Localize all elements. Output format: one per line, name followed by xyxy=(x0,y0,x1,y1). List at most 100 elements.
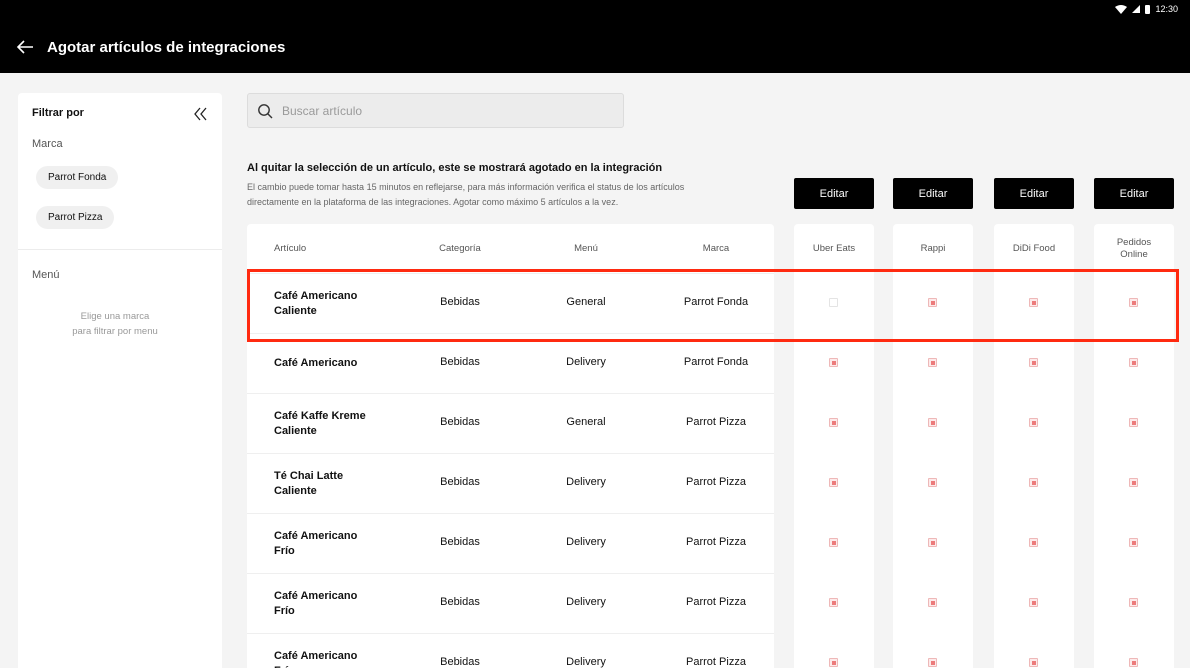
integration-checkbox[interactable] xyxy=(928,598,937,607)
article-name: Té Chai Latte Caliente xyxy=(274,469,384,499)
sidebar-divider xyxy=(18,249,222,250)
integration-checkbox[interactable] xyxy=(1029,538,1038,547)
integration-checkbox[interactable] xyxy=(1129,658,1138,667)
article-menu: Delivery xyxy=(566,476,606,488)
article-menu: Delivery xyxy=(566,656,606,668)
filter-title: Filtrar por xyxy=(32,107,84,119)
article-menu: Delivery xyxy=(566,356,606,368)
article-name: Café Americano Caliente xyxy=(274,289,384,319)
brand-filter-label: Marca xyxy=(32,138,63,150)
article-name-line: Frío xyxy=(274,605,295,617)
integration-checkbox[interactable] xyxy=(829,298,838,307)
back-arrow-icon[interactable] xyxy=(14,36,36,58)
edit-uber-eats-button[interactable]: Editar xyxy=(794,178,874,209)
article-brand: Parrot Fonda xyxy=(683,296,749,308)
info-title: Al quitar la selección de un artículo, e… xyxy=(247,162,663,174)
integration-checkbox[interactable] xyxy=(829,598,838,607)
article-name: Café Americano Frío xyxy=(274,589,384,619)
article-category: Bebidas xyxy=(440,356,480,368)
table-row: Café Americano Frío Bebidas Delivery Parrot … xyxy=(247,633,774,668)
column-header-menu: Menú xyxy=(574,243,598,254)
search-bar[interactable] xyxy=(247,93,624,128)
integration-checkbox[interactable] xyxy=(1129,598,1138,607)
article-name-line: Caliente xyxy=(274,485,317,497)
column-header-brand: Marca xyxy=(702,243,730,254)
table-row: Café Americano Frío Bebidas Delivery Parrot … xyxy=(247,573,774,633)
article-name-line: Café Americano xyxy=(274,650,358,662)
integration-checkbox[interactable] xyxy=(928,658,937,667)
integration-checkbox[interactable] xyxy=(1029,358,1038,367)
integration-checkbox[interactable] xyxy=(829,418,838,427)
column-header-article: Artículo xyxy=(274,243,307,254)
article-name-line: Café Americano xyxy=(274,530,358,542)
column-header-rappi: Rappi xyxy=(920,243,946,254)
table-row: Café Americano Frío Bebidas Delivery Parrot … xyxy=(247,513,774,573)
article-name: Café Americano Frío xyxy=(274,649,384,668)
brand-chip-parrot-pizza[interactable]: Parrot Pizza xyxy=(36,206,115,229)
article-name-line: Frío xyxy=(274,664,384,668)
article-category: Bebidas xyxy=(440,296,480,308)
status-time: 12:30 xyxy=(1155,4,1178,14)
article-name-line: Café Americano xyxy=(274,357,358,369)
integration-checkbox[interactable] xyxy=(1129,418,1138,427)
article-menu: Delivery xyxy=(566,596,606,608)
battery-icon xyxy=(1145,4,1151,14)
integration-checkbox[interactable] xyxy=(928,298,937,307)
article-brand: Parrot Fonda xyxy=(683,356,749,368)
signal-icon xyxy=(1132,5,1141,13)
header-line: Pedidos xyxy=(1116,237,1152,248)
app-bar: Agotar artículos de integraciones xyxy=(0,20,1190,73)
integration-checkbox[interactable] xyxy=(1129,538,1138,547)
edit-didi-food-button[interactable]: Editar xyxy=(994,178,1074,209)
info-desc-line: directamente en la plataforma de las int… xyxy=(247,197,619,207)
table-row: Café Americano Caliente Bebidas General Parr… xyxy=(247,273,774,333)
article-name-line: Café Americano xyxy=(274,290,358,302)
integration-checkbox[interactable] xyxy=(1029,598,1038,607)
integration-checkbox[interactable] xyxy=(928,478,937,487)
integration-checkbox[interactable] xyxy=(928,538,937,547)
article-category: Bebidas xyxy=(440,596,480,608)
column-header-category: Categoría xyxy=(439,243,481,254)
article-category: Bebidas xyxy=(440,476,480,488)
integration-checkbox[interactable] xyxy=(928,358,937,367)
article-name: Café Americano xyxy=(274,356,384,371)
article-name: Café Kaffe Kreme Caliente xyxy=(274,409,384,439)
article-brand: Parrot Pizza xyxy=(686,596,746,608)
article-name-line: Café Kaffe Kreme xyxy=(274,410,366,422)
article-name-line: Caliente xyxy=(274,305,317,317)
column-header-pedidos-online: Pedidos Online xyxy=(1094,237,1174,261)
integration-checkbox[interactable] xyxy=(1029,478,1038,487)
integration-checkbox[interactable] xyxy=(829,478,838,487)
edit-pedidos-online-button[interactable]: Editar xyxy=(1094,178,1174,209)
collapse-chevrons-icon[interactable] xyxy=(192,106,208,122)
table-row: Café Americano Bebidas Delivery Parrot Fond… xyxy=(247,333,774,393)
article-menu: General xyxy=(566,416,606,428)
integration-checkbox[interactable] xyxy=(1029,298,1038,307)
edit-rappi-button[interactable]: Editar xyxy=(893,178,973,209)
menu-filter-hint: Elige una marca para filtrar por menu xyxy=(18,309,212,339)
integration-checkbox[interactable] xyxy=(928,418,937,427)
page-title: Agotar artículos de integraciones xyxy=(47,39,286,56)
integration-checkbox[interactable] xyxy=(1029,658,1038,667)
article-brand: Parrot Pizza xyxy=(686,536,746,548)
integration-checkbox[interactable] xyxy=(829,658,838,667)
header-line: Online xyxy=(1120,249,1148,260)
column-header-didi-food: DiDi Food xyxy=(1012,243,1056,254)
brand-chip-parrot-fonda[interactable]: Parrot Fonda xyxy=(36,166,119,189)
article-category: Bebidas xyxy=(440,416,480,428)
info-description: El cambio puede tomar hasta 15 minutos e… xyxy=(247,180,747,210)
search-input[interactable] xyxy=(282,102,612,120)
integration-checkbox[interactable] xyxy=(1129,478,1138,487)
article-menu: General xyxy=(566,296,606,308)
info-desc-line: El cambio puede tomar hasta 15 minutos e… xyxy=(247,182,685,192)
integration-checkbox[interactable] xyxy=(1129,358,1138,367)
article-name-line: Té Chai Latte xyxy=(274,470,344,482)
integration-checkbox[interactable] xyxy=(829,538,838,547)
column-header-uber-eats: Uber Eats xyxy=(812,243,856,254)
integration-checkbox[interactable] xyxy=(1129,298,1138,307)
article-name-line: Frío xyxy=(274,545,295,557)
article-menu: Delivery xyxy=(566,536,606,548)
integration-checkbox[interactable] xyxy=(1029,418,1038,427)
integration-checkbox[interactable] xyxy=(829,358,838,367)
article-category: Bebidas xyxy=(440,536,480,548)
